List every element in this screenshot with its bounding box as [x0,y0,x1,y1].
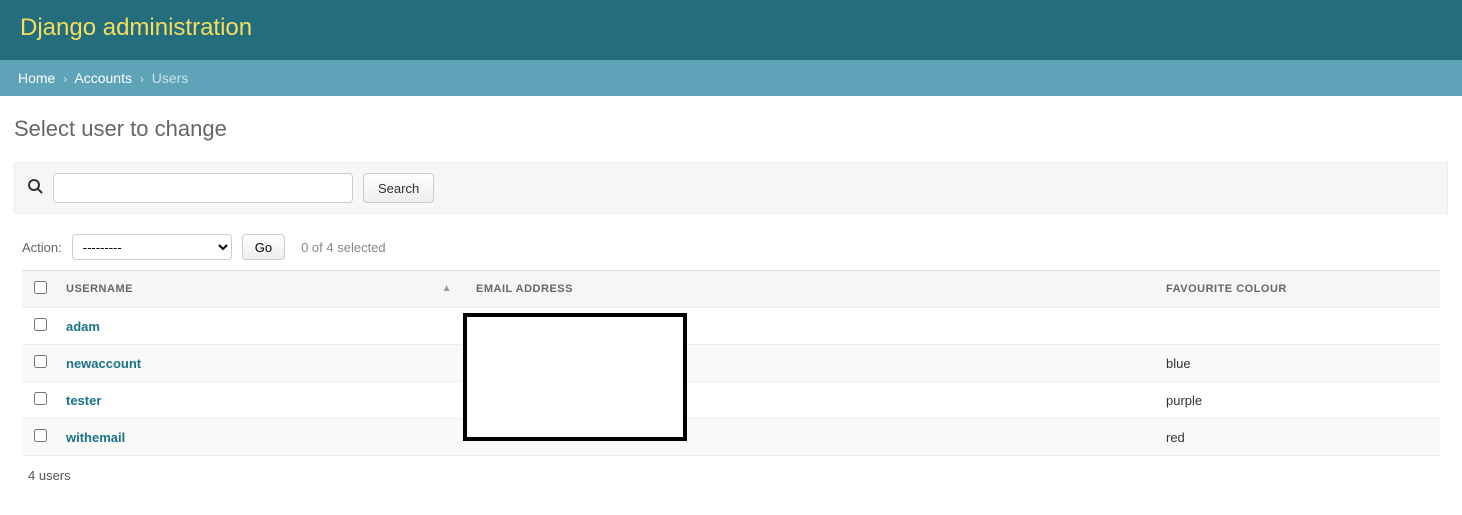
select-all-checkbox[interactable] [34,281,47,294]
search-icon [27,178,43,199]
actions-bar: Action: --------- Go 0 of 4 selected [22,234,1440,260]
table-row: withemail red [22,419,1440,456]
breadcrumb: Home › Accounts › Users [0,60,1462,96]
sort-asc-icon: ▲ [442,283,452,294]
username-link[interactable]: tester [66,393,101,408]
site-title: Django administration [20,14,1442,42]
table-row: tester purple [22,382,1440,419]
cell-colour [1158,308,1440,345]
cell-colour: purple [1158,382,1440,419]
search-toolbar: Search [14,162,1448,214]
header-username[interactable]: USERNAME ▲ [58,271,468,308]
header-email-label: EMAIL ADDRESS [476,283,573,295]
username-link[interactable]: adam [66,319,100,334]
table-row: adam [22,308,1440,345]
header-email[interactable]: EMAIL ADDRESS [468,271,1158,308]
breadcrumb-sep-icon: › [63,72,67,86]
row-checkbox[interactable] [34,429,47,442]
admin-header: Django administration [0,0,1462,60]
row-checkbox[interactable] [34,355,47,368]
page-title: Select user to change [14,116,1448,142]
username-link[interactable]: newaccount [66,356,141,371]
breadcrumb-home[interactable]: Home [18,70,55,86]
result-count: 4 users [28,468,1434,483]
breadcrumb-sep-icon: › [140,72,144,86]
username-link[interactable]: withemail [66,430,125,445]
redaction-overlay [463,313,687,441]
actions-label: Action: [22,240,62,255]
header-colour-label: FAVOURITE COLOUR [1166,283,1287,295]
search-button[interactable]: Search [363,173,434,203]
go-button[interactable]: Go [242,234,285,260]
row-checkbox[interactable] [34,318,47,331]
action-select[interactable]: --------- [72,234,232,260]
search-input[interactable] [53,173,353,203]
cell-colour: blue [1158,345,1440,382]
selection-count: 0 of 4 selected [301,240,386,255]
table-header-row: USERNAME ▲ EMAIL ADDRESS FAVOURITE COLOU… [22,271,1440,308]
header-select-all [22,271,58,308]
breadcrumb-accounts[interactable]: Accounts [74,70,132,86]
table-row: newaccount blue [22,345,1440,382]
cell-colour: red [1158,419,1440,456]
row-checkbox[interactable] [34,392,47,405]
header-colour[interactable]: FAVOURITE COLOUR [1158,271,1440,308]
header-username-label: USERNAME [66,283,133,295]
breadcrumb-current: Users [152,70,189,86]
results-table: USERNAME ▲ EMAIL ADDRESS FAVOURITE COLOU… [22,270,1440,456]
